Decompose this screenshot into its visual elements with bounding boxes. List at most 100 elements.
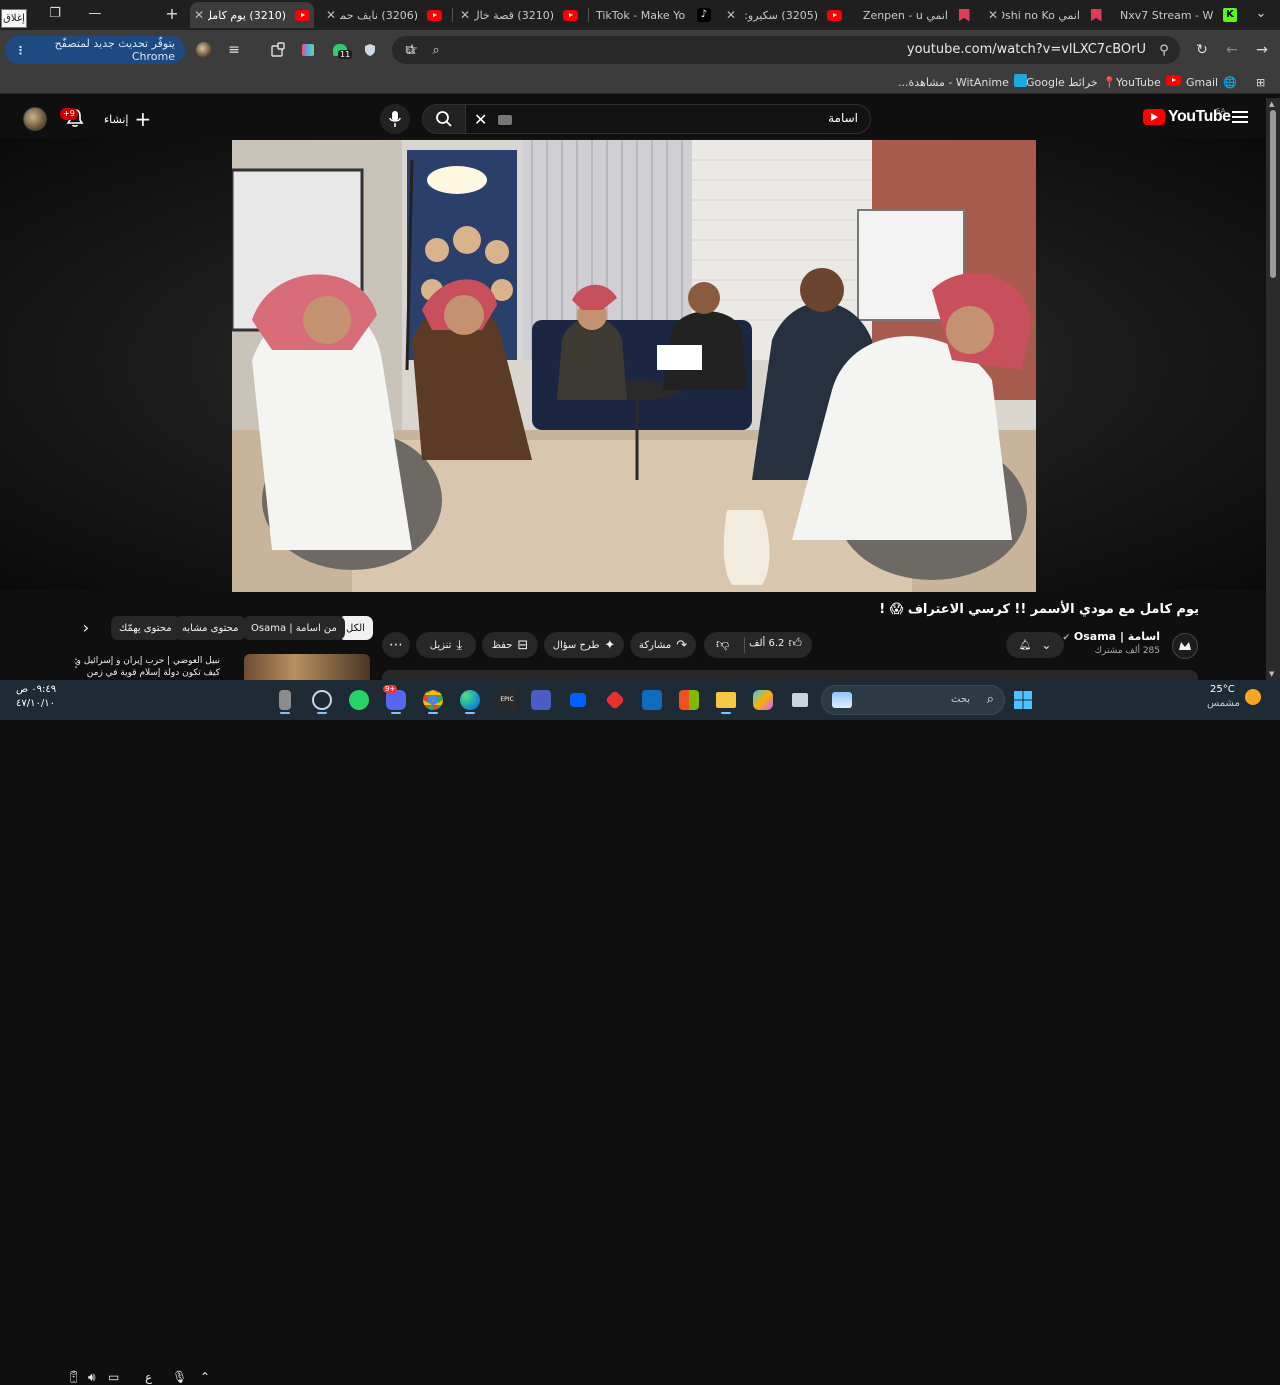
weather-description[interactable]: مشمس: [1207, 698, 1240, 709]
reload-icon[interactable]: ↻: [1192, 40, 1212, 60]
channel-avatar[interactable]: [1172, 633, 1198, 659]
extension-green-icon[interactable]: 11: [330, 40, 353, 60]
epic-games-icon[interactable]: EPIC: [492, 685, 522, 715]
tab-close-icon[interactable]: ✕: [190, 6, 208, 24]
ask-button[interactable]: ✦ طرح سؤال: [544, 632, 624, 658]
tab-youtube-qissa[interactable]: (3210) قصة خال ✕: [456, 2, 582, 28]
chip-related[interactable]: محتوى مشابه: [174, 616, 247, 640]
discord-icon[interactable]: 9+: [381, 685, 411, 715]
whatsapp-icon[interactable]: [344, 685, 374, 715]
subscribed-bell-button[interactable]: ⌄ 🔔︎: [1006, 632, 1064, 658]
forward-icon[interactable]: ←: [1222, 40, 1242, 60]
recommendation-thumbnail[interactable]: [244, 654, 370, 680]
network-icon[interactable]: ▭: [108, 1370, 119, 1384]
bookmark-gmail[interactable]: 🌐 Gmail: [1186, 73, 1237, 91]
chip-from-channel[interactable]: من اسامة | Osama: [243, 616, 345, 640]
input-language[interactable]: ع: [145, 1370, 152, 1384]
bookmark-witanime[interactable]: WitAnime - مشاهدة...: [898, 73, 1027, 91]
site-settings-icon[interactable]: ⚲: [1154, 40, 1174, 60]
red-app-icon[interactable]: [600, 685, 630, 715]
dropbox-icon[interactable]: [563, 685, 593, 715]
restore-window-button[interactable]: ❐: [44, 4, 66, 24]
more-horiz-icon: ⋯: [389, 637, 403, 653]
tab-close-icon[interactable]: ✕: [984, 6, 1002, 24]
extensions-icon[interactable]: [268, 40, 288, 60]
bookmark-youtube[interactable]: YouTube: [1116, 73, 1181, 91]
new-tab-button[interactable]: +: [161, 4, 183, 24]
voice-search-button[interactable]: [380, 104, 410, 134]
tab-kick-stream[interactable]: K Nxv7 Stream - W: [1116, 2, 1242, 28]
bookmark-google-maps[interactable]: 📍 خرائط Google: [1026, 73, 1116, 91]
dislike-button[interactable]: 👎︎: [716, 637, 729, 652]
outlook-icon[interactable]: [637, 685, 667, 715]
microphone-icon[interactable]: 🎙︎: [172, 1370, 187, 1384]
tab-close-icon[interactable]: ✕: [322, 6, 340, 24]
clock-date[interactable]: ٤٧/١٠/١٠: [16, 698, 55, 709]
channel-name[interactable]: اسامة | Osama ✔: [1063, 630, 1161, 643]
chrome-icon[interactable]: [418, 685, 448, 715]
tab-close-icon[interactable]: ✕: [722, 6, 740, 24]
weather-sun-icon[interactable]: [1245, 689, 1261, 705]
start-button[interactable]: [1008, 685, 1038, 715]
file-explorer-icon[interactable]: [711, 685, 741, 715]
chrome-update-button[interactable]: يتوفّر تحديث جديد لمتصفّح Chrome ⋮: [5, 36, 185, 64]
more-actions-button[interactable]: ⋯: [382, 632, 410, 658]
scrollbar-thumb[interactable]: [1270, 110, 1276, 278]
app-gray-icon[interactable]: [270, 685, 300, 715]
youtube-logo[interactable]: YouTube SA: [1143, 107, 1231, 126]
tab-search-chevron-icon[interactable]: ⌄: [1250, 4, 1272, 24]
keyboard-icon[interactable]: [498, 115, 512, 125]
save-button[interactable]: ⊟ حفظ: [482, 632, 538, 658]
clock-time[interactable]: ٠٩:٤٩ ص: [16, 684, 56, 695]
account-avatar[interactable]: [23, 107, 47, 131]
microsoft-store-icon[interactable]: [674, 685, 704, 715]
share-button[interactable]: ↷ مشاركة: [630, 632, 696, 658]
app-blue-icon[interactable]: [526, 685, 556, 715]
reading-list-icon[interactable]: ≡: [224, 40, 244, 60]
back-icon[interactable]: →: [1252, 40, 1272, 60]
ask-label: طرح سؤال: [552, 639, 600, 651]
task-view-icon[interactable]: [785, 685, 815, 715]
menu-icon[interactable]: [1232, 111, 1248, 123]
video-player[interactable]: [232, 140, 1036, 592]
taskbar-search-box[interactable]: ⌕ بحث: [821, 685, 1005, 715]
create-button[interactable]: + إنشاء: [104, 105, 151, 133]
chevron-right-icon[interactable]: ›: [76, 618, 96, 638]
shield-icon[interactable]: [360, 40, 380, 60]
tab-close-icon[interactable]: ✕: [456, 6, 474, 24]
search-button[interactable]: [422, 104, 466, 134]
tab-youtube-naif[interactable]: (3206) نايف حمد ✕: [322, 2, 446, 28]
recommendation-title[interactable]: نبيل العوضي | حرب إيران و إسرائيل و كيف …: [70, 655, 220, 680]
tray-overflow-chevron-icon[interactable]: ⌃: [200, 1370, 210, 1384]
clear-search-icon[interactable]: ✕: [474, 110, 487, 129]
edge-icon[interactable]: [455, 685, 485, 715]
minimize-window-button[interactable]: —: [84, 4, 106, 24]
address-bar[interactable]: ⧉ ⌕ youtube.com/watch?v=vlLXC7cBOrU ⚲: [392, 36, 1180, 64]
zoom-icon[interactable]: ⌕: [426, 40, 446, 60]
profile-avatar[interactable]: [194, 40, 214, 60]
tab-title: (3206) نايف حمد: [340, 8, 418, 22]
volume-icon[interactable]: 🔊︎: [88, 1370, 96, 1385]
page-scrollbar[interactable]: ▲ ▼: [1266, 98, 1280, 680]
tab-tiktok[interactable]: ♪ TikTok - Make Yo: [592, 2, 716, 28]
tab-active-youtube[interactable]: (3210) يوم كامل ✕: [190, 2, 314, 28]
tab-anime-oshinoko[interactable]: انمي Oshi no Ko ✕: [984, 2, 1108, 28]
steam-icon[interactable]: [307, 685, 337, 715]
download-icon: ⤓: [456, 637, 463, 653]
tab-anime-zenpen[interactable]: انمي Zenpen - u: [852, 2, 976, 28]
search-input[interactable]: اسامة ✕: [465, 104, 871, 134]
chip-for-you[interactable]: محتوى يهمّك: [111, 616, 180, 640]
battery-icon[interactable]: 🔋︎: [66, 1370, 81, 1384]
more-vert-icon: ⋮: [15, 43, 26, 57]
weather-temperature[interactable]: 25°C: [1210, 684, 1235, 695]
like-button[interactable]: 👍︎ 6.2 ألف: [749, 636, 802, 651]
tab-youtube-sekiro[interactable]: (3205) سكيرو: شا ✕: [722, 2, 846, 28]
copilot-icon[interactable]: [748, 685, 778, 715]
download-button[interactable]: ⤓ تنزيل: [416, 632, 476, 658]
youtube-play-icon: [1143, 109, 1165, 125]
more-vert-icon[interactable]: ⋮: [70, 656, 82, 670]
bookmark-star-icon[interactable]: ☆: [402, 40, 422, 60]
description-box[interactable]: [382, 670, 1198, 680]
apps-grid-icon[interactable]: ⊞: [1256, 73, 1265, 91]
extension-color-icon[interactable]: [298, 40, 318, 60]
